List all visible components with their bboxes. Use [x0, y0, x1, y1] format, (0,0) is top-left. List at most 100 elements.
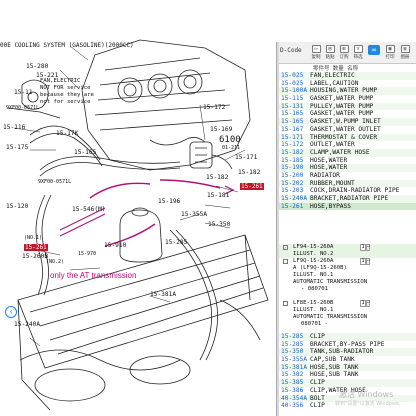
part-desc: GASKET,WATER OUTLET	[310, 125, 381, 133]
part-label[interactable]: 15-970	[78, 252, 96, 257]
detail-line[interactable]: LF8E-15-260B 1 ▴▾	[279, 300, 416, 307]
list-item[interactable]: 15-355A CAP,SUB TANK	[279, 356, 416, 364]
list-item[interactable]: 15-202 RUBBER,MOUNT	[279, 179, 416, 188]
part-label[interactable]: 15-171	[235, 154, 257, 161]
spinner-icon[interactable]: ▴▾	[366, 258, 371, 265]
order-button[interactable]: ⊞ 订购	[337, 45, 351, 60]
part-label[interactable]: 15-17K	[56, 130, 78, 137]
detail-line: - 080701	[279, 286, 416, 293]
list-item[interactable]: 15-203 COCK,DRAIN-RADIATOR PIPE	[279, 187, 416, 195]
list-item[interactable]: 15-025 FAN,ELECTRIC	[279, 72, 416, 80]
list-item[interactable]: 15-240A BRACKET,RADIATOR PIPE	[279, 195, 416, 203]
list-item[interactable]: 15-190 HOSE,WATER	[279, 164, 416, 172]
part-label[interactable]: 15-165	[74, 149, 96, 156]
paste-label: 粘贴	[325, 55, 335, 60]
part-desc: CLIP	[310, 379, 325, 387]
nav-back-icon[interactable]: ‹	[5, 306, 17, 318]
copy-button[interactable]: ▭ 复制	[309, 45, 323, 60]
part-label[interactable]: 9XF00-0571L	[6, 106, 39, 111]
part-desc: BRACKET,RADIATOR PIPE	[310, 195, 389, 202]
part-desc: HOSE,WATER	[310, 164, 348, 172]
detail-line: A (LF9Q-15-260B)	[279, 265, 416, 272]
list-item[interactable]: 15-165 GASKET,W.PUMP INLET	[279, 118, 416, 126]
detail-line: AUTOMATIC TRANSMISSION	[279, 279, 416, 286]
list-item[interactable]: 15-115 GASKET,WATER PUMP	[279, 95, 416, 103]
list-item[interactable]: 15-200 RADIATOR	[279, 171, 416, 180]
part-code: 40-356	[281, 402, 304, 410]
part-label[interactable]: 15-196	[158, 198, 180, 205]
paste-button[interactable]: ▤ 粘贴	[323, 45, 337, 60]
atlas-label: 图册	[400, 55, 410, 60]
highlight-tag[interactable]: 15-261	[240, 183, 264, 190]
list-item[interactable]: 15-165 GASKET,WATER PUMP	[279, 110, 416, 119]
list-item-selected[interactable]: 15-261 HOSE,BYPASS	[279, 202, 416, 211]
detail-line[interactable]: LF9Q-15-260A 1 ▴▾	[279, 258, 416, 265]
detail-line: AUTOMATIC TRANSMISSION	[279, 314, 416, 321]
list-item[interactable]: 15-385 CLIP	[279, 379, 416, 387]
part-label[interactable]: 01-211	[222, 146, 240, 151]
detail-text: ILLUST. NO.1	[293, 272, 334, 278]
parts-diagram[interactable]: 00E COOLING SYSTEM (GASOLINE)(2000CC) FA…	[0, 0, 276, 416]
list-item[interactable]: 15-382 HOSE,SUB TANK	[279, 371, 416, 380]
part-desc: FAN,ELECTRIC	[310, 72, 355, 79]
spinner-icon[interactable]: ▴▾	[366, 300, 371, 307]
list-item[interactable]: 15-171 THERMOSTAT & COVER	[279, 133, 416, 142]
list-item[interactable]: 15-381A HOSE,SUB TANK	[279, 363, 416, 372]
list-item[interactable]: 15-285 BRACKET,BY-PASS PIPE	[279, 340, 416, 349]
part-label[interactable]: 15-350	[208, 221, 230, 228]
list-item[interactable]: 15-350 TANK,SUB-RADIATOR	[279, 348, 416, 357]
part-label[interactable]: 15-280	[26, 63, 48, 70]
diagram-note: FAN,ELECTRIC NOT FOR service because the…	[40, 78, 150, 106]
part-label[interactable]: 15-116	[3, 124, 25, 131]
part-label[interactable]: 15-260B	[22, 253, 48, 260]
part-label[interactable]: (NO.1)	[24, 236, 42, 241]
part-label[interactable]: 15-381A	[150, 291, 176, 298]
part-code: 40-354A	[281, 394, 308, 402]
list-item[interactable]: 15-172 OUTLET,WATER	[279, 141, 416, 149]
checkbox-icon[interactable]	[283, 259, 288, 264]
part-label[interactable]: 6100	[219, 136, 241, 145]
part-label[interactable]: 15-169	[210, 126, 232, 133]
checkbox-icon[interactable]: ✓	[283, 245, 288, 250]
part-label[interactable]: 15-120	[6, 203, 28, 210]
part-label[interactable]: (NO.2)	[46, 260, 64, 265]
list-item[interactable]: 15-100A HOUSING,WATER PUMP	[279, 87, 416, 96]
part-code: 15-115	[281, 95, 304, 103]
list-item[interactable]: 15-185 HOSE,WATER	[279, 156, 416, 165]
spinner-icon[interactable]: ▴▾	[366, 244, 371, 251]
part-desc: OUTLET,WATER	[310, 141, 355, 149]
part-label[interactable]: 15-240A	[14, 321, 40, 328]
list-item[interactable]: 15-285 CLIP	[279, 333, 416, 341]
part-desc: GASKET,WATER PUMP	[310, 110, 374, 118]
part-code: 15-182	[281, 148, 304, 156]
atlas-button[interactable]: ▥ 图册	[398, 45, 412, 60]
list-item[interactable]: 15-182 CLAMP,WATER HOSE	[279, 148, 416, 157]
print-button[interactable]: ▦ 打印	[383, 45, 397, 60]
dcode-header: D-Code	[280, 47, 302, 54]
checkbox-icon[interactable]	[283, 301, 288, 306]
filter-button[interactable]: ▽ 筛选	[351, 45, 365, 60]
part-label[interactable]: 15-910	[104, 242, 126, 249]
part-label[interactable]: 15-172	[203, 104, 225, 111]
app-logo-icon: ∞	[368, 45, 380, 55]
list-item[interactable]: 15-131 PULLEY,WATER PUMP	[279, 102, 416, 111]
note-line: not for service	[40, 99, 91, 105]
part-label[interactable]: 9XF00-0571L	[38, 180, 71, 185]
parts-list-panel: D-Code ▭ 复制 ▤ 粘贴 ⊞ 订购 ▽ 筛选 ∞ ▦ 打印 ▥ 图册 零…	[279, 42, 416, 416]
highlight-tag[interactable]: 15-261	[24, 244, 48, 251]
detail-line[interactable]: ✓ LF94-15-260A 1 ▴▾	[279, 244, 416, 251]
part-label[interactable]: 15-355A	[181, 211, 207, 218]
list-item[interactable]: 15-167 GASKET,WATER OUTLET	[279, 125, 416, 134]
part-label[interactable]: 15-181	[207, 192, 229, 199]
part-label[interactable]: 15-182	[238, 169, 260, 176]
detail-text: 080701 -	[301, 321, 328, 327]
list-item[interactable]: 15-025 LABEL,CAUTION	[279, 79, 416, 88]
part-label[interactable]: 15-182	[206, 174, 228, 181]
part-code: 15-165	[281, 118, 304, 126]
part-label[interactable]: 15-11	[14, 89, 33, 96]
part-code: 15-350	[281, 348, 304, 356]
part-label[interactable]: 15-546(M)	[72, 206, 106, 213]
part-label[interactable]: 15-175	[6, 144, 28, 151]
part-label[interactable]: 15-285	[165, 239, 187, 246]
part-label[interactable]: 15-221	[36, 72, 58, 79]
